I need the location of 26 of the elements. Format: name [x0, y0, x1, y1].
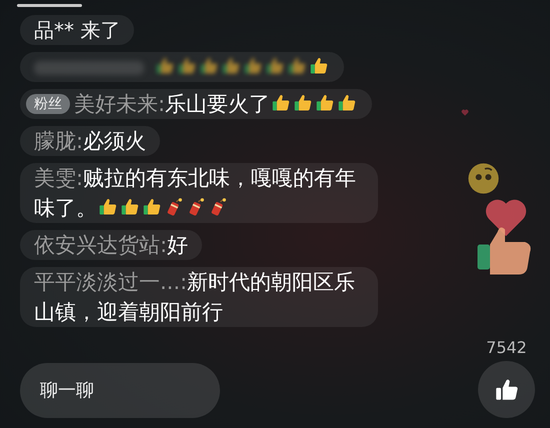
thumbs-up-icon	[98, 197, 118, 217]
thumbs-up-icon	[287, 56, 307, 76]
like-count: 7542	[486, 338, 527, 357]
chat-message: 粉丝 美好未来:乐山要火了	[20, 89, 372, 119]
heart-icon	[461, 109, 469, 116]
chat-message: 美雯:贼拉的有东北味，嘎嘎的有年味了。	[20, 163, 378, 223]
thumbs-up-icon	[271, 93, 292, 113]
chat-message: 朦胧:必须火	[20, 126, 160, 156]
join-notice: 品** 来了	[20, 15, 134, 45]
thumbs-up-icon	[199, 56, 219, 76]
thumbs-up-icon	[315, 93, 336, 113]
fan-badge: 粉丝	[26, 94, 70, 114]
chat-message: 依安兴达货站:好	[20, 230, 202, 260]
thumbs-up-icon	[494, 376, 520, 402]
thumbs-up-icon	[337, 93, 358, 113]
face-emoji-icon	[467, 162, 500, 195]
thumbs-up-icon	[293, 93, 314, 113]
thumbs-up-icon	[155, 56, 175, 76]
thumbs-up-icon	[142, 197, 162, 217]
thumbs-up-icon	[221, 56, 241, 76]
chat-message: 平平淡淡过一...:新时代的朝阳区乐山镇，迎着朝阳前行	[20, 267, 378, 327]
thumbs-up-icon	[309, 56, 329, 76]
thumbs-up-icon	[120, 197, 140, 217]
thumbs-up-icon	[177, 56, 197, 76]
thumbs-up-icon	[265, 56, 285, 76]
thumbs-up-icon	[243, 56, 263, 76]
